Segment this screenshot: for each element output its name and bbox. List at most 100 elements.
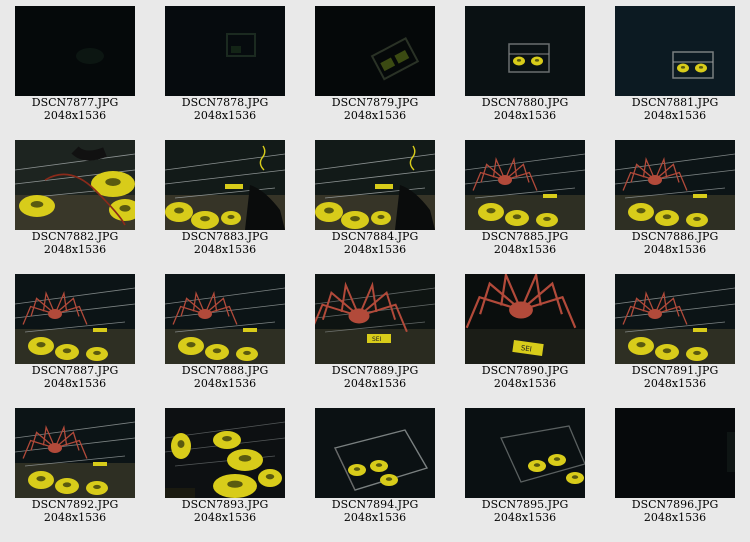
thumbnail-caption: DSCN7895.JPG 2048x1536 bbox=[450, 498, 600, 524]
photo-thumbnail-icon[interactable] bbox=[615, 140, 735, 230]
thumbnail-filename: DSCN7893.JPG bbox=[181, 498, 269, 511]
thumbnail-item[interactable]: DSCN7894.JPG 2048x1536 bbox=[300, 402, 450, 532]
thumbnail-caption: DSCN7896.JPG 2048x1536 bbox=[600, 498, 750, 524]
thumbnail-dimensions: 2048x1536 bbox=[193, 511, 257, 524]
thumbnail-caption: DSCN7885.JPG 2048x1536 bbox=[450, 230, 600, 256]
thumbnail-dimensions: 2048x1536 bbox=[643, 511, 707, 524]
thumbnail-dimensions: 2048x1536 bbox=[43, 511, 107, 524]
photo-thumbnail-icon[interactable] bbox=[165, 140, 285, 230]
photo-thumbnail-icon[interactable]: SEI bbox=[315, 274, 435, 364]
thumbnail-dimensions: 2048x1536 bbox=[43, 377, 107, 390]
svg-text:SEI: SEI bbox=[520, 344, 532, 353]
thumbnail-filename: DSCN7879.JPG bbox=[331, 96, 419, 109]
thumbnail-dimensions: 2048x1536 bbox=[343, 511, 407, 524]
photo-thumbnail-icon[interactable] bbox=[615, 408, 735, 498]
thumbnail-item[interactable]: DSCN7893.JPG 2048x1536 bbox=[150, 402, 300, 532]
photo-thumbnail-icon[interactable] bbox=[465, 6, 585, 96]
thumbnail-dimensions: 2048x1536 bbox=[343, 377, 407, 390]
thumbnail-item[interactable]: DSCN7883.JPG 2048x1536 bbox=[150, 134, 300, 264]
thumbnail-filename: DSCN7888.JPG bbox=[181, 364, 269, 377]
thumbnail-item[interactable]: DSCN7880.JPG 2048x1536 bbox=[450, 0, 600, 130]
thumbnail-item[interactable]: DSCN7895.JPG 2048x1536 bbox=[450, 402, 600, 532]
photo-thumbnail-icon[interactable] bbox=[15, 274, 135, 364]
thumbnail-dimensions: 2048x1536 bbox=[493, 243, 557, 256]
thumbnail-dimensions: 2048x1536 bbox=[643, 109, 707, 122]
thumbnail-dimensions: 2048x1536 bbox=[193, 377, 257, 390]
thumbnail-dimensions: 2048x1536 bbox=[493, 109, 557, 122]
thumbnail-dimensions: 2048x1536 bbox=[643, 243, 707, 256]
thumbnail-filename: DSCN7891.JPG bbox=[631, 364, 719, 377]
thumbnail-item[interactable]: DSCN7888.JPG 2048x1536 bbox=[150, 268, 300, 398]
thumbnail-caption: DSCN7881.JPG 2048x1536 bbox=[600, 96, 750, 122]
thumbnail-caption: DSCN7892.JPG 2048x1536 bbox=[0, 498, 150, 524]
thumbnail-filename: DSCN7896.JPG bbox=[631, 498, 719, 511]
thumbnail-filename: DSCN7892.JPG bbox=[31, 498, 119, 511]
thumbnail-dimensions: 2048x1536 bbox=[43, 109, 107, 122]
photo-thumbnail-icon[interactable] bbox=[165, 274, 285, 364]
thumbnail-filename: DSCN7889.JPG bbox=[331, 364, 419, 377]
thumbnail-filename: DSCN7884.JPG bbox=[331, 230, 419, 243]
photo-thumbnail-icon[interactable] bbox=[15, 6, 135, 96]
thumbnail-filename: DSCN7885.JPG bbox=[481, 230, 569, 243]
thumbnail-filename: DSCN7886.JPG bbox=[631, 230, 719, 243]
thumbnail-caption: DSCN7894.JPG 2048x1536 bbox=[300, 498, 450, 524]
photo-thumbnail-icon[interactable] bbox=[615, 6, 735, 96]
thumbnail-item[interactable]: DSCN7877.JPG 2048x1536 bbox=[0, 0, 150, 130]
thumbnail-caption: DSCN7887.JPG 2048x1536 bbox=[0, 364, 150, 390]
photo-thumbnail-icon[interactable] bbox=[615, 274, 735, 364]
photo-thumbnail-icon[interactable]: SEI bbox=[465, 274, 585, 364]
thumbnail-dimensions: 2048x1536 bbox=[43, 243, 107, 256]
thumbnail-filename: DSCN7895.JPG bbox=[481, 498, 569, 511]
thumbnail-item[interactable]: DSCN7887.JPG 2048x1536 bbox=[0, 268, 150, 398]
thumbnail-caption: DSCN7879.JPG 2048x1536 bbox=[300, 96, 450, 122]
thumbnail-item[interactable]: SEI DSCN7889.JPG 2048x1536 bbox=[300, 268, 450, 398]
thumbnail-item[interactable]: DSCN7878.JPG 2048x1536 bbox=[150, 0, 300, 130]
thumbnail-caption: DSCN7884.JPG 2048x1536 bbox=[300, 230, 450, 256]
thumbnail-filename: DSCN7880.JPG bbox=[481, 96, 569, 109]
thumbnail-caption: DSCN7882.JPG 2048x1536 bbox=[0, 230, 150, 256]
thumbnail-filename: DSCN7894.JPG bbox=[331, 498, 419, 511]
thumbnail-item[interactable]: DSCN7896.JPG 2048x1536 bbox=[600, 402, 750, 532]
thumbnail-caption: DSCN7893.JPG 2048x1536 bbox=[150, 498, 300, 524]
photo-thumbnail-icon[interactable] bbox=[165, 408, 285, 498]
thumbnail-filename: DSCN7890.JPG bbox=[481, 364, 569, 377]
photo-thumbnail-icon[interactable] bbox=[15, 140, 135, 230]
thumbnail-filename: DSCN7887.JPG bbox=[31, 364, 119, 377]
thumbnail-filename: DSCN7877.JPG bbox=[31, 96, 119, 109]
thumbnail-dimensions: 2048x1536 bbox=[193, 109, 257, 122]
thumbnail-dimensions: 2048x1536 bbox=[193, 243, 257, 256]
thumbnail-dimensions: 2048x1536 bbox=[643, 377, 707, 390]
thumbnail-caption: DSCN7877.JPG 2048x1536 bbox=[0, 96, 150, 122]
thumbnail-item[interactable]: DSCN7886.JPG 2048x1536 bbox=[600, 134, 750, 264]
thumbnail-caption: DSCN7883.JPG 2048x1536 bbox=[150, 230, 300, 256]
thumbnail-item[interactable]: DSCN7879.JPG 2048x1536 bbox=[300, 0, 450, 130]
thumbnail-item[interactable]: DSCN7881.JPG 2048x1536 bbox=[600, 0, 750, 130]
photo-thumbnail-icon[interactable] bbox=[15, 408, 135, 498]
thumbnail-item[interactable]: SEI DSCN7890.JPG 2048x1536 bbox=[450, 268, 600, 398]
thumbnail-dimensions: 2048x1536 bbox=[343, 109, 407, 122]
thumbnail-dimensions: 2048x1536 bbox=[493, 377, 557, 390]
thumbnail-item[interactable]: DSCN7892.JPG 2048x1536 bbox=[0, 402, 150, 532]
thumbnail-caption: DSCN7880.JPG 2048x1536 bbox=[450, 96, 600, 122]
photo-thumbnail-icon[interactable] bbox=[315, 408, 435, 498]
thumbnail-item[interactable]: DSCN7884.JPG 2048x1536 bbox=[300, 134, 450, 264]
thumbnail-item[interactable]: DSCN7891.JPG 2048x1536 bbox=[600, 268, 750, 398]
thumbnail-filename: DSCN7883.JPG bbox=[181, 230, 269, 243]
thumbnail-filename: DSCN7881.JPG bbox=[631, 96, 719, 109]
thumbnail-item[interactable]: DSCN7882.JPG 2048x1536 bbox=[0, 134, 150, 264]
thumbnail-caption: DSCN7888.JPG 2048x1536 bbox=[150, 364, 300, 390]
thumbnail-gallery: DSCN7877.JPG 2048x1536 DSCN7878.JPG 2048x15… bbox=[0, 0, 750, 542]
thumbnail-item[interactable]: DSCN7885.JPG 2048x1536 bbox=[450, 134, 600, 264]
thumbnail-dimensions: 2048x1536 bbox=[343, 243, 407, 256]
thumbnail-dimensions: 2048x1536 bbox=[493, 511, 557, 524]
photo-thumbnail-icon[interactable] bbox=[315, 140, 435, 230]
photo-thumbnail-icon[interactable] bbox=[315, 6, 435, 96]
photo-thumbnail-icon[interactable] bbox=[465, 140, 585, 230]
thumbnail-caption: DSCN7886.JPG 2048x1536 bbox=[600, 230, 750, 256]
photo-thumbnail-icon[interactable] bbox=[465, 408, 585, 498]
thumbnail-caption: DSCN7890.JPG 2048x1536 bbox=[450, 364, 600, 390]
thumbnail-filename: DSCN7878.JPG bbox=[181, 96, 269, 109]
thumbnail-caption: DSCN7878.JPG 2048x1536 bbox=[150, 96, 300, 122]
svg-text:SEI: SEI bbox=[372, 336, 382, 343]
photo-thumbnail-icon[interactable] bbox=[165, 6, 285, 96]
